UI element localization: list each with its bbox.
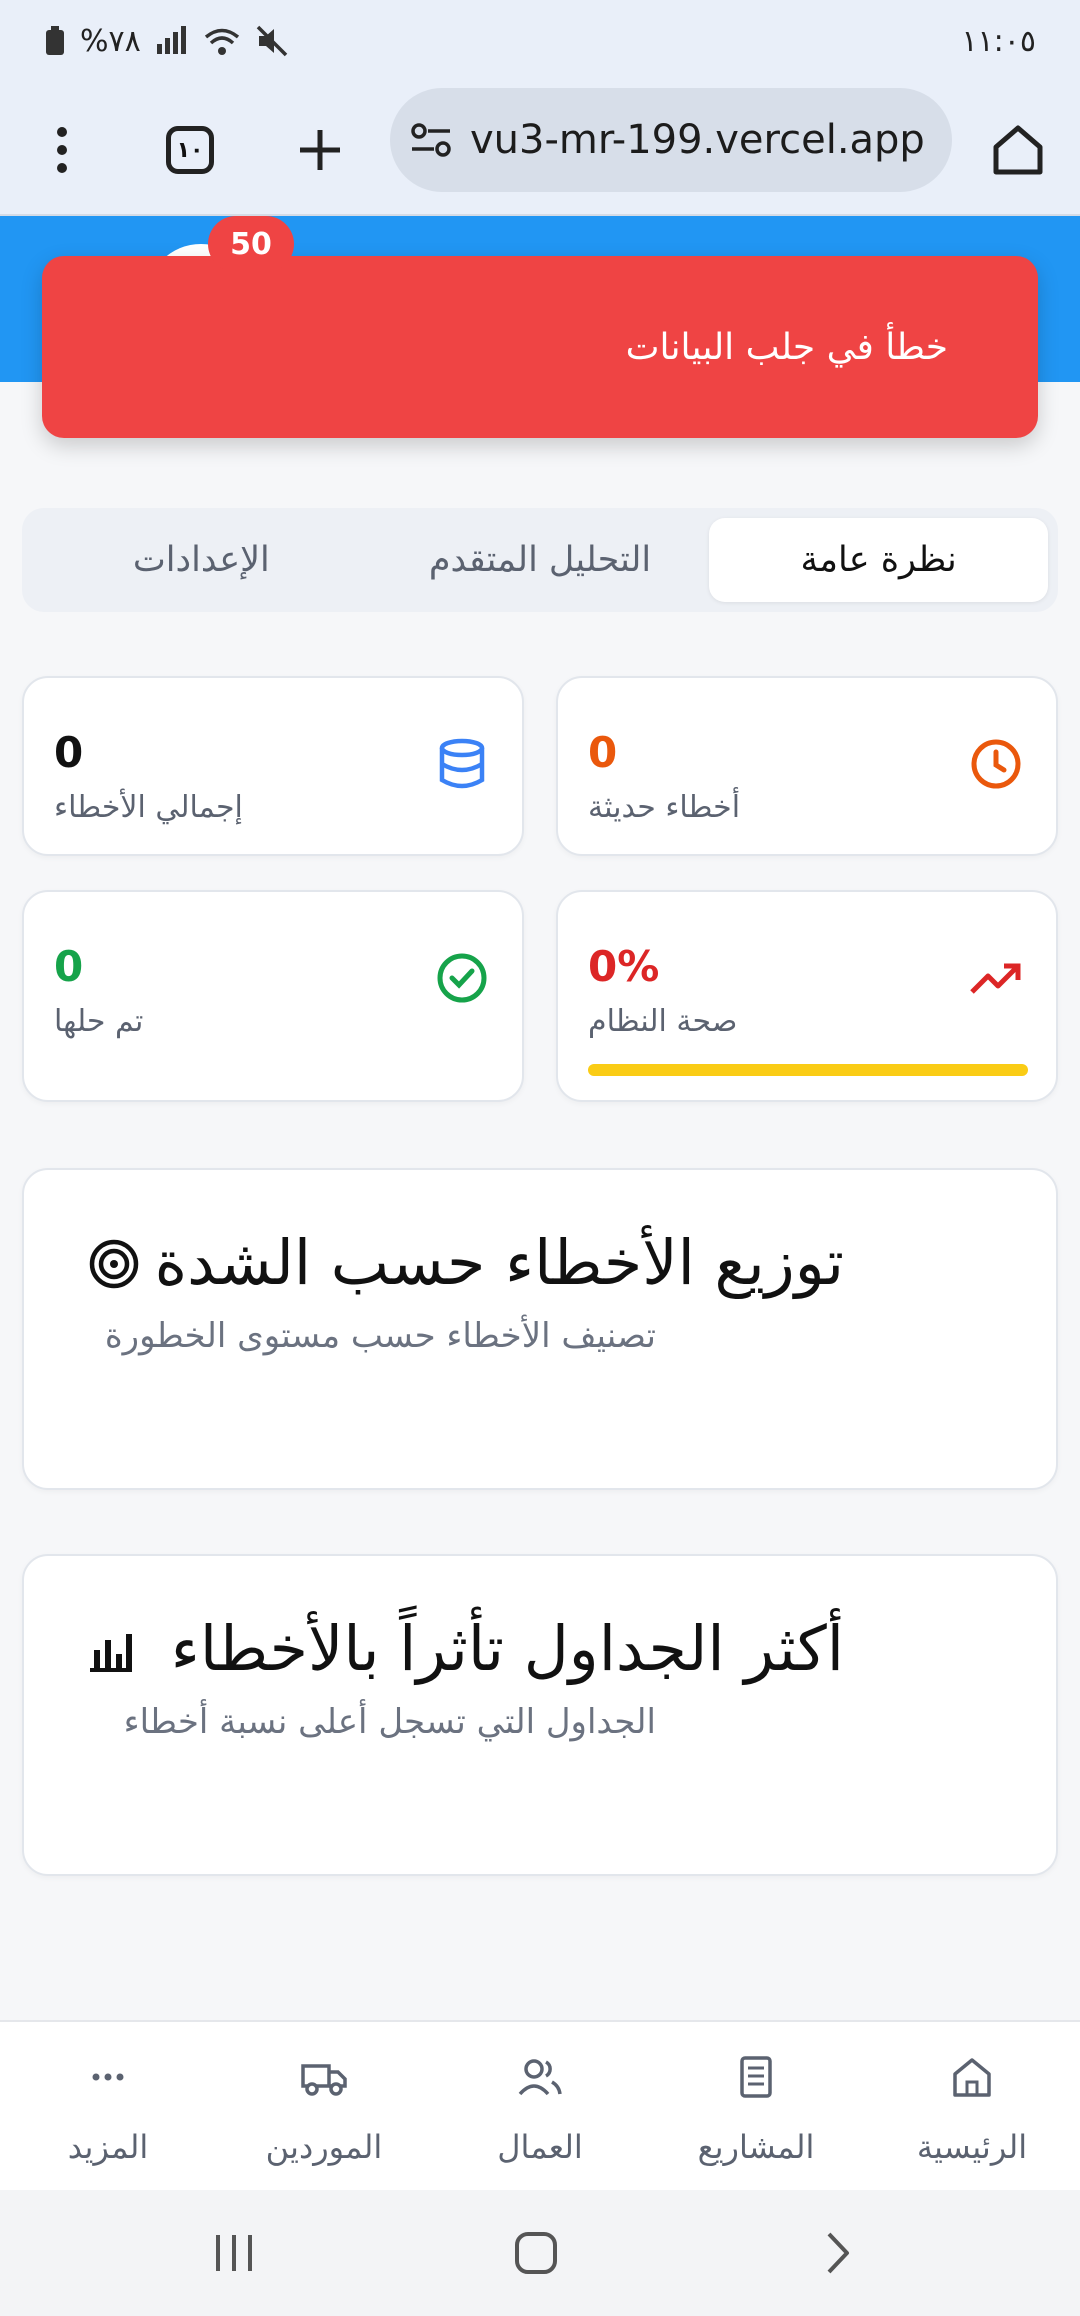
toast-message: خطأ في جلب البيانات (625, 326, 948, 368)
system-health-bar (588, 1064, 1028, 1076)
status-bar: %٧٨ ١١:٠٥ (0, 0, 1080, 82)
affected-tables-card: أكثر الجداول تأثراً بالأخطاء الجداول الت… (22, 1554, 1058, 1876)
url-bar[interactable]: vu3-mr-199.vercel.app (390, 88, 952, 192)
target-icon (89, 1239, 139, 1289)
error-toast[interactable]: خطأ في جلب البيانات (42, 256, 1038, 438)
severity-distribution-card: توزيع الأخطاء حسب الشدة تصنيف الأخطاء حس… (22, 1168, 1058, 1490)
severity-card-subtitle: تصنيف الأخطاء حسب مستوى الخطورة (104, 1316, 656, 1356)
tabs-bar: نظرة عامة التحليل المتقدم الإعدادات (22, 508, 1058, 612)
nav-item-home[interactable]: الرئيسية (864, 2022, 1080, 2190)
database-icon (439, 738, 485, 789)
wifi-icon (204, 28, 239, 55)
home-icon (953, 2058, 991, 2097)
recent-errors-label: أخطاء حديثة (588, 790, 741, 825)
recent-errors-card[interactable]: 0 أخطاء حديثة (556, 676, 1058, 856)
nav-label-suppliers: الموردين (265, 2128, 383, 2166)
home-nav-icon[interactable] (496, 2220, 576, 2286)
tab-count: ١٠ (166, 126, 214, 174)
nav-item-suppliers[interactable]: الموردين (216, 2022, 432, 2190)
tab-overview[interactable]: نظرة عامة (709, 518, 1048, 602)
resolved-value: 0 (54, 942, 84, 991)
url-text: vu3-mr-199.vercel.app (470, 117, 925, 163)
trending-up-icon (970, 963, 1021, 994)
tab-switcher-button[interactable]: ١٠ (150, 110, 230, 190)
resolved-label: تم حلها (54, 1004, 144, 1039)
home-button-icon[interactable] (978, 110, 1058, 190)
back-nav-icon[interactable] (798, 2220, 878, 2286)
resolved-card[interactable]: 0 تم حلها (22, 890, 524, 1102)
total-errors-label: إجمالي الأخطاء (54, 790, 243, 825)
tab-settings[interactable]: الإعدادات (32, 518, 371, 602)
nav-item-more[interactable]: المزيد (0, 2022, 216, 2190)
tables-card-title: أكثر الجداول تأثراً بالأخطاء (170, 1612, 844, 1685)
system-health-value: 0% (588, 942, 660, 991)
bar-chart-icon (90, 1634, 132, 1672)
new-tab-icon[interactable] (280, 110, 360, 190)
projects-icon (740, 2056, 772, 2098)
clock-icon (971, 739, 1021, 789)
system-health-card[interactable]: 0% صحة النظام (556, 890, 1058, 1102)
tab-advanced-analysis[interactable]: التحليل المتقدم (371, 518, 710, 602)
check-circle-icon (437, 953, 487, 1003)
tables-card-subtitle: الجداول التي تسجل أعلى نسبة أخطاء (123, 1702, 656, 1742)
users-icon (518, 2059, 562, 2096)
browser-toolbar: ١٠ vu3-mr-199.vercel.app (0, 82, 1080, 216)
signal-icon (156, 26, 186, 54)
truck-icon (301, 2064, 347, 2096)
recent-errors-value: 0 (588, 728, 618, 777)
more-icon (92, 2073, 124, 2081)
nav-item-workers[interactable]: العمال (432, 2022, 648, 2190)
site-settings-icon[interactable] (410, 122, 452, 158)
recent-apps-icon[interactable] (194, 2220, 274, 2286)
status-icons: %٧٨ (44, 24, 289, 59)
clock: ١١:٠٥ (961, 23, 1036, 59)
mute-icon (256, 25, 287, 57)
system-health-label: صحة النظام (588, 1004, 738, 1039)
severity-card-title: توزيع الأخطاء حسب الشدة (154, 1226, 844, 1299)
nav-label-home: الرئيسية (916, 2128, 1028, 2166)
nav-label-projects: المشاريع (697, 2128, 815, 2166)
bottom-nav: الرئيسية المشاريع العمال الموردين المزيد (0, 2020, 1080, 2190)
battery-icon (46, 26, 64, 55)
battery-percent: %٧٨ (80, 23, 141, 59)
nav-item-projects[interactable]: المشاريع (648, 2022, 864, 2190)
nav-label-workers: العمال (497, 2128, 583, 2166)
menu-kebab-icon[interactable] (22, 110, 102, 190)
system-navigation-bar (0, 2190, 1080, 2316)
total-errors-card[interactable]: 0 إجمالي الأخطاء (22, 676, 524, 856)
nav-label-more: المزيد (67, 2128, 149, 2166)
notification-badge[interactable]: 50 (208, 216, 294, 272)
total-errors-value: 0 (54, 728, 84, 777)
